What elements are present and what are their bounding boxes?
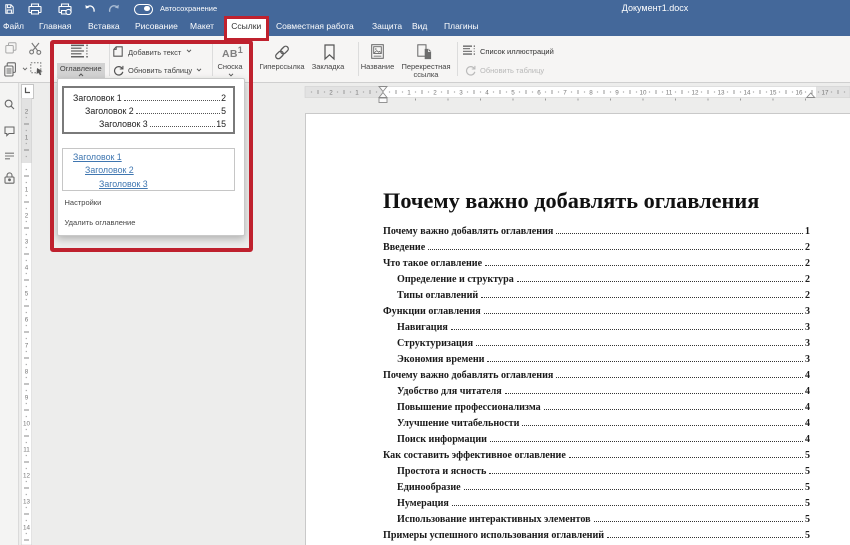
svg-text:9: 9 <box>25 395 29 402</box>
svg-text:13: 13 <box>23 499 31 506</box>
svg-text:4: 4 <box>25 265 29 272</box>
svg-text:7: 7 <box>563 89 567 96</box>
svg-text:4: 4 <box>485 89 489 96</box>
svg-text:8: 8 <box>25 369 29 376</box>
svg-text:17: 17 <box>821 89 829 96</box>
svg-text:11: 11 <box>666 89 673 96</box>
svg-text:5: 5 <box>511 89 515 96</box>
svg-text:12: 12 <box>23 473 31 480</box>
svg-text:1: 1 <box>25 187 29 194</box>
svg-text:3: 3 <box>459 89 463 96</box>
svg-text:2: 2 <box>329 89 333 96</box>
svg-text:5: 5 <box>25 291 29 298</box>
svg-text:11: 11 <box>23 447 30 454</box>
svg-text:1: 1 <box>355 89 359 96</box>
svg-text:2: 2 <box>25 109 29 116</box>
svg-text:2: 2 <box>433 89 437 96</box>
svg-text:10: 10 <box>639 89 647 96</box>
svg-text:16: 16 <box>795 89 803 96</box>
svg-text:8: 8 <box>589 89 593 96</box>
svg-text:13: 13 <box>717 89 725 96</box>
svg-text:15: 15 <box>769 89 777 96</box>
svg-text:2: 2 <box>25 213 29 220</box>
svg-text:10: 10 <box>23 421 31 428</box>
svg-text:12: 12 <box>691 89 699 96</box>
svg-text:14: 14 <box>23 525 31 532</box>
svg-text:6: 6 <box>25 317 29 324</box>
svg-text:6: 6 <box>537 89 541 96</box>
svg-text:3: 3 <box>25 239 29 246</box>
svg-text:7: 7 <box>25 343 29 350</box>
svg-text:1: 1 <box>25 135 29 142</box>
svg-text:9: 9 <box>615 89 619 96</box>
svg-text:1: 1 <box>407 89 411 96</box>
svg-text:14: 14 <box>743 89 751 96</box>
